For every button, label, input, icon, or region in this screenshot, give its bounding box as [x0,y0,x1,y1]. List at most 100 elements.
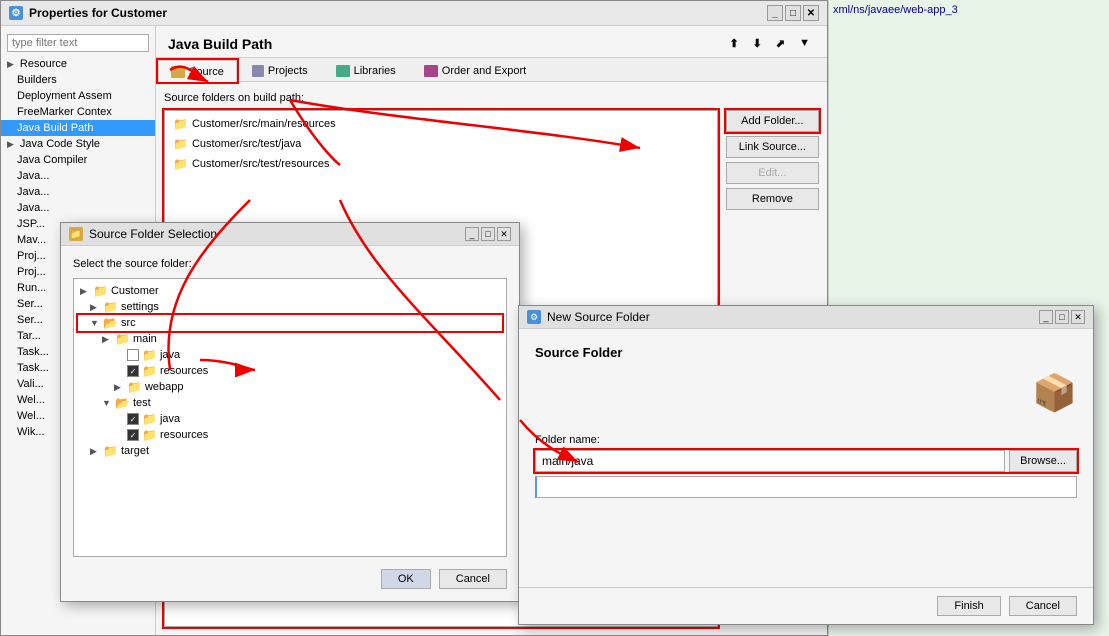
source-folder-dialog-title: Source Folder Selection [89,227,217,241]
sidebar-label: Tar... [17,330,41,342]
nsf-cancel-button[interactable]: Cancel [1009,596,1077,616]
source-path-2: Customer/src/test/resources [192,158,330,170]
dialog-cancel-button[interactable]: Cancel [439,569,507,589]
tree-toggle: ▶ [90,446,100,457]
source-list-item-1[interactable]: 📁 Customer/src/test/java [169,135,713,153]
tree-item-customer[interactable]: ▶ 📁 Customer [78,283,502,299]
titlebar-left: ⚙ Properties for Customer [9,6,167,20]
sidebar-label: Deployment Assem [17,90,112,102]
expand-button[interactable]: ⬈ [771,34,790,53]
source-path-0: Customer/src/main/resources [192,118,336,130]
sidebar-item-deployment[interactable]: Deployment Assem [1,88,155,104]
sidebar-item-java3[interactable]: Java... [1,200,155,216]
tree-item-test-resources[interactable]: ✓ 📁 resources [78,427,502,443]
nsf-section-title: Source Folder [535,345,1077,360]
dialog-minimize[interactable]: _ [465,227,479,241]
tab-libraries[interactable]: Libraries [323,60,409,81]
nsf-footer: Finish Cancel [519,587,1093,624]
filter-input[interactable] [7,34,149,52]
sidebar-label: Java Build Path [17,122,93,134]
sidebar-item-java-compiler[interactable]: Java Compiler [1,152,155,168]
sidebar-label: Java Compiler [17,154,87,166]
tree-item-target[interactable]: ▶ 📁 target [78,443,502,459]
edit-button[interactable]: Edit... [726,162,819,184]
tree-label: java [160,413,180,425]
dialog-title-left: 📁 Source Folder Selection [69,227,217,241]
tree-label: resources [160,365,208,377]
nsf-browse-button[interactable]: Browse... [1009,450,1077,472]
sidebar-item-resource[interactable]: ▶ Resource [1,56,155,72]
tree-item-test[interactable]: ▼ 📂 test [78,395,502,411]
folder-icon: 📁 [173,137,188,151]
tab-source[interactable]: Source [158,60,237,82]
nsf-close[interactable]: ✕ [1071,310,1085,324]
source-folder-dialog: 📁 Source Folder Selection _ □ ✕ Select t… [60,222,520,602]
tree-item-main[interactable]: ▶ 📁 main [78,331,502,347]
tree-checkbox[interactable]: ✓ [127,413,139,425]
nsf-input-wrapper: Browse... [535,450,1077,472]
tree-toggle: ▶ [80,286,90,297]
nsf-minimize[interactable]: _ [1039,310,1053,324]
nsf-folder-name-input[interactable] [535,450,1005,472]
tab-projects[interactable]: Projects [239,60,321,81]
tree-label: webapp [145,381,184,393]
nav-back-button[interactable]: ⬆ [724,34,743,53]
tree-item-main-java[interactable]: 📁 java [78,347,502,363]
nsf-body: Source Folder 📦 Folder name: Browse... [519,329,1093,587]
sidebar-label: Proj... [17,266,46,278]
link-source-button[interactable]: Link Source... [726,136,819,158]
tree-toggle: ▶ [102,334,112,345]
sidebar-label: Java... [17,170,49,182]
folder-icon: 📁 [142,428,157,442]
tree-label: resources [160,429,208,441]
tree-item-settings[interactable]: ▶ 📁 settings [78,299,502,315]
maximize-button[interactable]: □ [785,5,801,21]
tree-item-src[interactable]: ▼ 📂 src [78,315,502,331]
folder-tree[interactable]: ▶ 📁 Customer ▶ 📁 settings ▼ 📂 src ▶ 📁 ma… [73,278,507,557]
sidebar-item-java1[interactable]: Java... [1,168,155,184]
nsf-field-row: Folder name: Browse... [535,434,1077,498]
tree-checkbox[interactable]: ✓ [127,365,139,377]
tree-checkbox[interactable]: ✓ [127,429,139,441]
nsf-maximize[interactable]: □ [1055,310,1069,324]
source-folder-dialog-icon: 📁 [69,227,83,241]
nsf-project-input[interactable] [535,476,1077,498]
tree-item-main-resources[interactable]: ✓ 📁 resources [78,363,502,379]
sidebar-item-builders[interactable]: Builders [1,72,155,88]
tabs-bar: Source Projects Libraries Order and Expo… [156,58,827,82]
source-list-item-0[interactable]: 📁 Customer/src/main/resources [169,115,713,133]
sidebar-item-java2[interactable]: Java... [1,184,155,200]
tab-order-export[interactable]: Order and Export [411,60,539,81]
nsf-finish-button[interactable]: Finish [937,596,1000,616]
tree-item-test-java[interactable]: ✓ 📁 java [78,411,502,427]
dialog-ok-button[interactable]: OK [381,569,431,589]
nsf-titlebar: ⚙ New Source Folder _ □ ✕ [519,306,1093,329]
close-button[interactable]: ✕ [803,5,819,21]
dialog-footer: OK Cancel [73,565,507,589]
remove-button[interactable]: Remove [726,188,819,210]
dialog-maximize[interactable]: □ [481,227,495,241]
sidebar-item-java-build-path[interactable]: Java Build Path [1,120,155,136]
folder-icon: 📁 [173,117,188,131]
tree-toggle: ▼ [102,398,112,408]
tree-checkbox[interactable] [127,349,139,361]
sidebar-label: Wel... [17,410,45,422]
folder-icon: 📂 [103,316,118,330]
tree-item-webapp[interactable]: ▶ 📁 webapp [78,379,502,395]
folder-icon: 📂 [115,396,130,410]
source-folder-dialog-body: Select the source folder: ▶ 📁 Customer ▶… [61,246,519,601]
minimize-button[interactable]: _ [767,5,783,21]
source-list-item-2[interactable]: 📁 Customer/src/test/resources [169,155,713,173]
tab-source-label: Source [189,66,224,78]
titlebar-buttons: _ □ ✕ [767,5,819,21]
tab-projects-label: Projects [268,65,308,77]
sidebar-item-freemaker[interactable]: FreeMarker Contex [1,104,155,120]
dialog-close[interactable]: ✕ [497,227,511,241]
add-folder-button[interactable]: Add Folder... [726,110,819,132]
sidebar-item-java-code-style[interactable]: ▶ Java Code Style [1,136,155,152]
source-folders-label: Source folders on build path: [164,90,718,106]
tree-label: target [121,445,149,457]
folder-icon: 📁 [142,412,157,426]
nav-forward-button[interactable]: ⬇ [748,34,767,53]
more-button[interactable]: ▼ [794,34,815,53]
